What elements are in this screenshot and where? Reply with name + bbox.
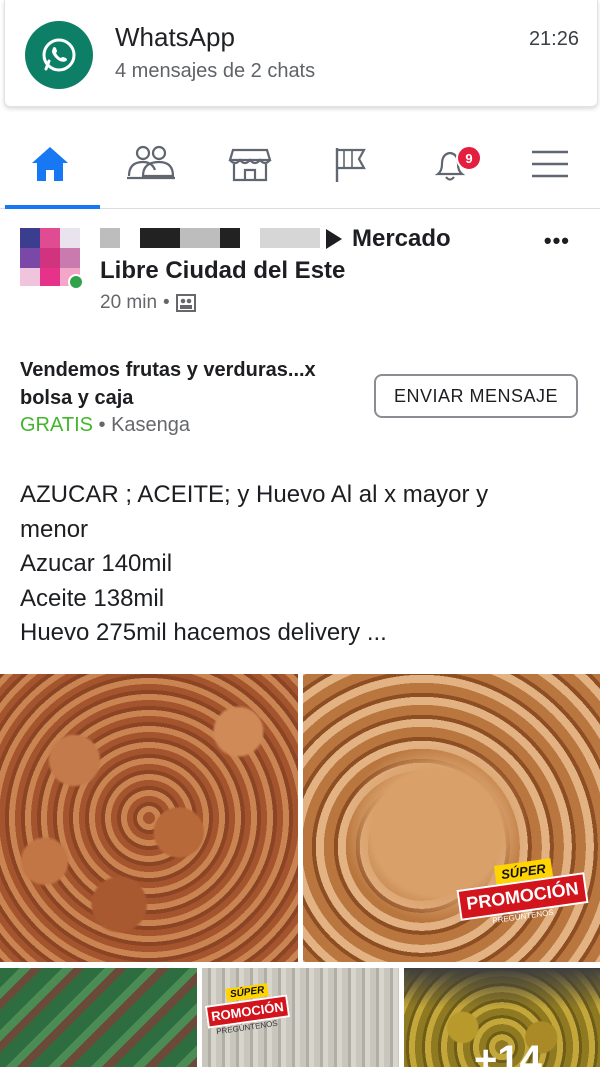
whatsapp-notification[interactable]: WhatsApp 4 mensajes de 2 chats 21:26: [4, 0, 598, 107]
top-navigation: 9: [0, 120, 600, 209]
post-text-line: Azucar 140mil: [20, 550, 173, 577]
listing-title[interactable]: Vendemos frutas y verduras...x bolsa y c…: [20, 356, 360, 412]
marketplace-icon: [228, 148, 272, 182]
redacted-name: [140, 228, 180, 248]
redacted-name: [100, 228, 120, 248]
notification-app-name: WhatsApp: [115, 22, 235, 52]
group-name-line2[interactable]: Libre Ciudad del Este: [100, 257, 345, 285]
nav-notifications[interactable]: 9: [400, 120, 500, 208]
listing-location: Kasenga: [111, 414, 191, 436]
group-audience-icon: [175, 294, 196, 312]
redacted-name: [180, 228, 220, 248]
friends-icon: [127, 145, 175, 180]
post-meta: 20 min •: [100, 292, 196, 314]
arrow-right-icon: [326, 229, 342, 249]
whatsapp-icon: [25, 21, 93, 89]
listing-separator: •: [92, 414, 112, 436]
post-text-line[interactable]: Huevo 275mil hacemos delivery ...: [20, 616, 580, 651]
post-photo-onion-sack[interactable]: SÚPER PROMOCIÓN PREGÚNTENOS: [303, 674, 600, 962]
more-photos-count: +14: [474, 1038, 542, 1067]
nav-home[interactable]: [0, 120, 100, 209]
home-icon: [32, 147, 68, 181]
nav-marketplace[interactable]: [200, 120, 300, 208]
nav-friends[interactable]: [100, 120, 200, 208]
post-time[interactable]: 20 min: [100, 292, 157, 314]
post-photo-oranges[interactable]: +14: [404, 968, 600, 1067]
post-text-line: AZUCAR ; ACEITE; y Huevo Al al x mayor y: [20, 481, 489, 508]
post-photo-onions[interactable]: [0, 674, 298, 962]
redacted-name: [260, 228, 320, 248]
nav-pages[interactable]: [300, 120, 400, 208]
post-text-line: menor: [20, 515, 89, 543]
post-photo-bags[interactable]: SÚPER ROMOCIÓN PREGÚNTENOS: [202, 968, 399, 1067]
notification-summary: 4 mensajes de 2 chats: [115, 60, 316, 82]
more-options-icon[interactable]: •••: [544, 228, 570, 254]
listing-price-location: GRATIS • Kasenga: [20, 414, 190, 437]
promo-sticker: SÚPER ROMOCIÓN PREGÚNTENOS: [202, 982, 292, 1036]
nav-menu[interactable]: [500, 120, 600, 208]
post-text: AZUCAR ; ACEITE; y Huevo Al al x mayor y…: [20, 478, 580, 651]
photo-shade: [404, 968, 600, 1008]
post-photo-sacks[interactable]: [0, 968, 197, 1067]
listing-price: GRATIS: [20, 414, 93, 436]
redacted-name: [220, 228, 240, 248]
send-message-button[interactable]: ENVIAR MENSAJE: [374, 374, 578, 418]
promo-sticker: SÚPER PROMOCIÓN PREGÚNTENOS: [453, 858, 593, 925]
notification-time: 21:26: [528, 28, 579, 50]
meta-separator: •: [163, 292, 170, 313]
notification-badge: 9: [456, 145, 482, 171]
online-status-dot: [68, 274, 84, 290]
menu-icon: [532, 150, 568, 178]
post-text-line: Aceite 138mil: [20, 584, 165, 612]
flag-icon: [335, 148, 366, 182]
group-name-line1[interactable]: Mercado: [352, 225, 451, 253]
